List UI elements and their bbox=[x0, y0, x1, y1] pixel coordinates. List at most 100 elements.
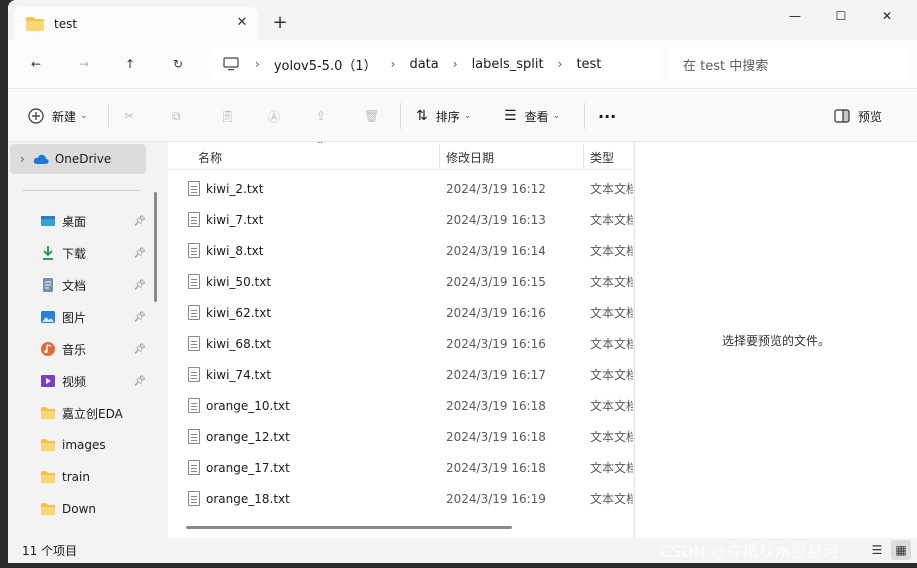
view-button[interactable]: ☰ 查看 ⌄ bbox=[504, 104, 560, 128]
delete-button[interactable]: 🗑︎ bbox=[364, 104, 379, 128]
sidebar-scrollbar[interactable] bbox=[154, 192, 157, 302]
navigation-pane: › OneDrive 桌面 📌︎ 下载 📌︎ 文档 📌︎ 图片 📌︎ 音乐 📌︎… bbox=[8, 142, 164, 538]
new-button[interactable]: 新建 ⌄ bbox=[28, 104, 88, 128]
sidebar-item-desktop[interactable]: 桌面 📌︎ bbox=[8, 206, 148, 236]
chevron-down-icon: ⌄ bbox=[463, 111, 472, 121]
file-row[interactable]: orange_10.txt 2024/3/19 16:18 文本文档 bbox=[178, 390, 633, 421]
sidebar-item-documents[interactable]: 文档 📌︎ bbox=[8, 270, 148, 300]
breadcrumb-item[interactable]: data bbox=[409, 57, 438, 72]
sidebar-item-pictures[interactable]: 图片 📌︎ bbox=[8, 302, 148, 332]
rename-icon: Ⓐ bbox=[268, 109, 281, 124]
sidebar-item-folder[interactable]: train bbox=[8, 462, 148, 492]
file-date: 2024/3/19 16:14 bbox=[446, 243, 546, 258]
back-button[interactable]: ← bbox=[24, 52, 48, 76]
copy-button[interactable]: ⧉ bbox=[172, 104, 181, 128]
sidebar-item-label: OneDrive bbox=[54, 152, 112, 166]
chevron-right-icon: › bbox=[255, 57, 260, 71]
column-header-date[interactable]: 修改日期 bbox=[446, 149, 494, 166]
download-icon bbox=[43, 246, 53, 260]
computer-icon bbox=[223, 57, 239, 71]
pin-icon: 📌︎ bbox=[133, 343, 146, 355]
tab-close-icon[interactable]: ✕ bbox=[234, 15, 250, 31]
file-row[interactable]: kiwi_50.txt 2024/3/19 16:15 文本文档 bbox=[178, 266, 633, 297]
chevron-right-icon: › bbox=[557, 57, 563, 71]
view-list-icon: ☰ bbox=[504, 108, 517, 124]
file-explorer-window: test ✕ + — ☐ ✕ ← → ↑ ↻ › yolov5-5.0（1） › d… bbox=[8, 0, 917, 563]
preview-pane: 选择要预览的文件。 bbox=[634, 142, 917, 538]
file-name: kiwi_74.txt bbox=[206, 367, 272, 382]
file-type: 文本文档 bbox=[590, 306, 633, 320]
file-date: 2024/3/19 16:16 bbox=[446, 336, 546, 351]
sidebar-item-music[interactable]: 音乐 📌︎ bbox=[8, 334, 148, 364]
file-date: 2024/3/19 16:18 bbox=[446, 398, 546, 413]
paste-button[interactable]: 📋︎ bbox=[220, 104, 235, 128]
file-type: 文本文档 bbox=[590, 213, 633, 227]
sidebar-item-folder[interactable]: images bbox=[8, 430, 148, 460]
column-divider[interactable] bbox=[583, 144, 584, 168]
breadcrumb-item[interactable]: labels_split bbox=[472, 57, 544, 72]
preview-message: 选择要预览的文件。 bbox=[721, 334, 830, 348]
file-row[interactable]: orange_12.txt 2024/3/19 16:18 文本文档 bbox=[178, 421, 633, 452]
share-button[interactable]: ⇪ bbox=[316, 104, 326, 128]
file-type: 文本文档 bbox=[590, 337, 633, 351]
sidebar-item-onedrive[interactable]: › OneDrive bbox=[10, 144, 146, 174]
file-row[interactable]: kiwi_7.txt 2024/3/19 16:13 文本文档 bbox=[178, 204, 633, 235]
forward-button[interactable]: → bbox=[72, 52, 96, 76]
horizontal-scrollbar[interactable] bbox=[186, 526, 512, 529]
search-input[interactable]: 在 test 中搜索 bbox=[669, 48, 909, 80]
new-tab-button[interactable]: + bbox=[270, 14, 290, 34]
chevron-down-icon: ⌄ bbox=[80, 111, 88, 121]
file-row[interactable]: kiwi_74.txt 2024/3/19 16:17 文本文档 bbox=[178, 359, 633, 390]
details-view-icon[interactable]: ☰ bbox=[867, 540, 887, 560]
toolbar-divider bbox=[108, 103, 109, 129]
chevron-right-icon: › bbox=[390, 57, 396, 71]
text-file-icon bbox=[188, 429, 200, 444]
tiles-view-icon[interactable]: ▦ bbox=[891, 540, 911, 560]
sidebar-item-downloads[interactable]: 下载 📌︎ bbox=[8, 238, 148, 268]
preview-pane-button[interactable]: 预览 bbox=[834, 104, 882, 128]
sidebar-item-folder[interactable]: 嘉立创EDA bbox=[8, 398, 148, 428]
preview-pane-icon bbox=[834, 109, 850, 123]
paste-icon: 📋︎ bbox=[220, 109, 236, 123]
file-list: ⌃ 名称 修改日期 类型 kiwi_2.txt 2024/3/19 16:12 文本… bbox=[168, 142, 633, 538]
file-type: 文本文档 bbox=[590, 275, 633, 289]
sidebar-item-videos[interactable]: 视频 📌︎ bbox=[8, 366, 148, 396]
file-date: 2024/3/19 16:18 bbox=[446, 429, 546, 444]
more-options-button[interactable]: ··· bbox=[598, 104, 616, 128]
breadcrumb-item[interactable]: test bbox=[576, 57, 601, 72]
close-window-button[interactable]: ✕ bbox=[864, 0, 910, 32]
sort-button[interactable]: ⇅ 排序 ⌄ bbox=[416, 104, 471, 128]
preview-button-label: 预览 bbox=[858, 109, 883, 124]
file-row[interactable]: kiwi_62.txt 2024/3/19 16:16 文本文档 bbox=[178, 297, 633, 328]
file-row[interactable]: kiwi_2.txt 2024/3/19 16:12 文本文档 bbox=[178, 173, 633, 204]
document-icon bbox=[43, 278, 53, 292]
file-row[interactable]: orange_18.txt 2024/3/19 16:19 文本文档 bbox=[178, 483, 633, 514]
file-row[interactable]: kiwi_8.txt 2024/3/19 16:14 文本文档 bbox=[178, 235, 633, 266]
text-file-icon bbox=[188, 460, 200, 475]
column-divider[interactable] bbox=[439, 144, 440, 168]
command-bar: 新建 ⌄ ✂ ⧉ 📋︎ Ⓐ ⇪ 🗑︎ ⇅ 排序 ⌄ ☰ 查看 ⌄ ··· 预览 bbox=[8, 88, 917, 142]
text-file-icon bbox=[188, 367, 200, 382]
column-header-type[interactable]: 类型 bbox=[590, 149, 614, 166]
refresh-button[interactable]: ↻ bbox=[166, 52, 190, 76]
breadcrumb-item[interactable]: yolov5-5.0（1） bbox=[274, 55, 377, 74]
maximize-button[interactable]: ☐ bbox=[818, 0, 864, 32]
folder-icon bbox=[41, 439, 55, 451]
file-name: kiwi_7.txt bbox=[206, 212, 264, 227]
file-row[interactable]: orange_17.txt 2024/3/19 16:18 文本文档 bbox=[178, 452, 633, 483]
up-button[interactable]: ↑ bbox=[118, 52, 142, 76]
rename-button[interactable]: Ⓐ bbox=[268, 104, 280, 128]
file-row[interactable]: kiwi_68.txt 2024/3/19 16:16 文本文档 bbox=[178, 328, 633, 359]
cut-button[interactable]: ✂ bbox=[124, 104, 134, 128]
minimize-button[interactable]: — bbox=[772, 0, 818, 32]
sidebar-item-folder[interactable]: Down bbox=[8, 494, 148, 524]
file-date: 2024/3/19 16:19 bbox=[446, 491, 546, 506]
folder-icon bbox=[41, 471, 55, 483]
address-bar[interactable]: › yolov5-5.0（1） › data › labels_split › test bbox=[209, 48, 660, 80]
text-file-icon bbox=[188, 336, 200, 351]
text-file-icon bbox=[188, 274, 200, 289]
plus-circle-icon bbox=[28, 108, 44, 124]
tab-test[interactable]: test ✕ bbox=[14, 7, 258, 40]
column-header-name[interactable]: 名称 bbox=[198, 149, 222, 166]
chevron-right-icon: › bbox=[20, 152, 25, 166]
